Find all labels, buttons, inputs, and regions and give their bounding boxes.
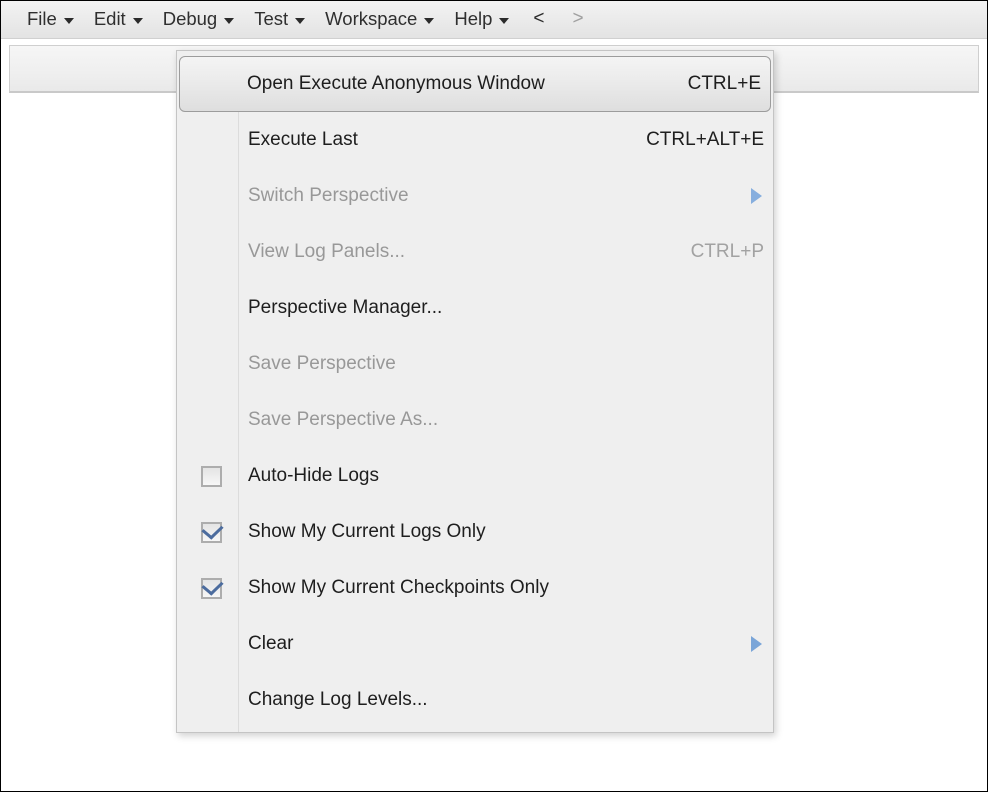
menu-item-label: Show My Current Logs Only [248,521,486,542]
checkbox-auto-hide-logs[interactable] [201,465,222,487]
chevron-right-icon [751,636,762,652]
menubar-item-test[interactable]: Test [244,5,315,34]
menu-item-change-log-levels[interactable]: Change Log Levels... [177,672,773,728]
chevron-down-icon [63,17,74,24]
menu-item-shortcut: CTRL+P [690,241,764,262]
application-window: File Edit Debug Test Workspace Help < > [0,0,988,792]
menu-bar: File Edit Debug Test Workspace Help < > [1,1,987,39]
checkmark-icon [201,518,224,540]
menubar-item-edit[interactable]: Edit [84,5,153,34]
menubar-item-edit-label: Edit [93,8,126,29]
menubar-item-file[interactable]: File [17,5,84,34]
checkbox-show-my-current-checkpoints-only[interactable] [201,574,224,599]
checkmark-icon [201,574,224,596]
menubar-item-test-label: Test [254,8,289,29]
menubar-item-debug[interactable]: Debug [153,5,245,34]
menu-item-label: View Log Panels... [248,241,406,262]
chevron-down-icon [224,17,235,24]
chevron-down-icon [132,17,143,24]
menu-item-shortcut: CTRL+E [687,73,761,94]
chevron-down-icon [499,17,510,24]
menubar-item-debug-label: Debug [162,8,218,29]
menu-item-perspective-manager[interactable]: Perspective Manager... [177,280,773,336]
menu-item-switch-perspective[interactable]: Switch Perspective [177,168,773,224]
menu-item-show-my-current-checkpoints-only[interactable]: Show My Current Checkpoints Only [177,560,773,616]
nav-back-icon[interactable]: < [519,6,558,34]
checkbox-show-my-current-logs-only[interactable] [201,518,224,543]
menu-item-gutter [185,465,238,487]
menubar-item-help-label: Help [454,8,493,29]
nav-forward-icon[interactable]: > [559,6,598,34]
menu-item-open-execute-anonymous-window[interactable]: Open Execute Anonymous Window CTRL+E [179,56,771,112]
menu-item-label: Auto-Hide Logs [248,465,379,486]
menu-item-save-perspective-as[interactable]: Save Perspective As... [177,392,773,448]
chevron-down-icon [424,17,435,24]
menubar-item-workspace[interactable]: Workspace [315,5,444,34]
menubar-item-file-label: File [27,8,57,29]
menu-item-label: Save Perspective As... [248,409,439,430]
menu-item-gutter [185,518,238,543]
menu-item-clear[interactable]: Clear [177,616,773,672]
menu-item-show-my-current-logs-only[interactable]: Show My Current Logs Only [177,504,773,560]
chevron-down-icon [295,17,306,24]
menu-item-view-log-panels[interactable]: View Log Panels... CTRL+P [177,224,773,280]
menu-item-label: Change Log Levels... [248,689,428,710]
menu-item-auto-hide-logs[interactable]: Auto-Hide Logs [177,448,773,504]
menu-item-label: Switch Perspective [248,185,409,206]
menubar-item-workspace-label: Workspace [325,8,418,29]
menu-item-label: Clear [248,633,294,654]
debug-dropdown-menu: Open Execute Anonymous Window CTRL+E Exe… [176,50,774,733]
menu-item-gutter [185,574,238,599]
menu-item-shortcut: CTRL+ALT+E [646,129,764,150]
menu-item-execute-last[interactable]: Execute Last CTRL+ALT+E [177,112,773,168]
menu-item-label: Open Execute Anonymous Window [247,73,545,94]
menu-item-save-perspective[interactable]: Save Perspective [177,336,773,392]
menu-item-label: Perspective Manager... [248,297,443,318]
menubar-item-help[interactable]: Help [444,5,519,34]
menu-item-label: Save Perspective [248,353,396,374]
menu-item-label: Execute Last [248,129,358,150]
chevron-right-icon [751,188,762,204]
menu-item-label: Show My Current Checkpoints Only [248,577,549,598]
